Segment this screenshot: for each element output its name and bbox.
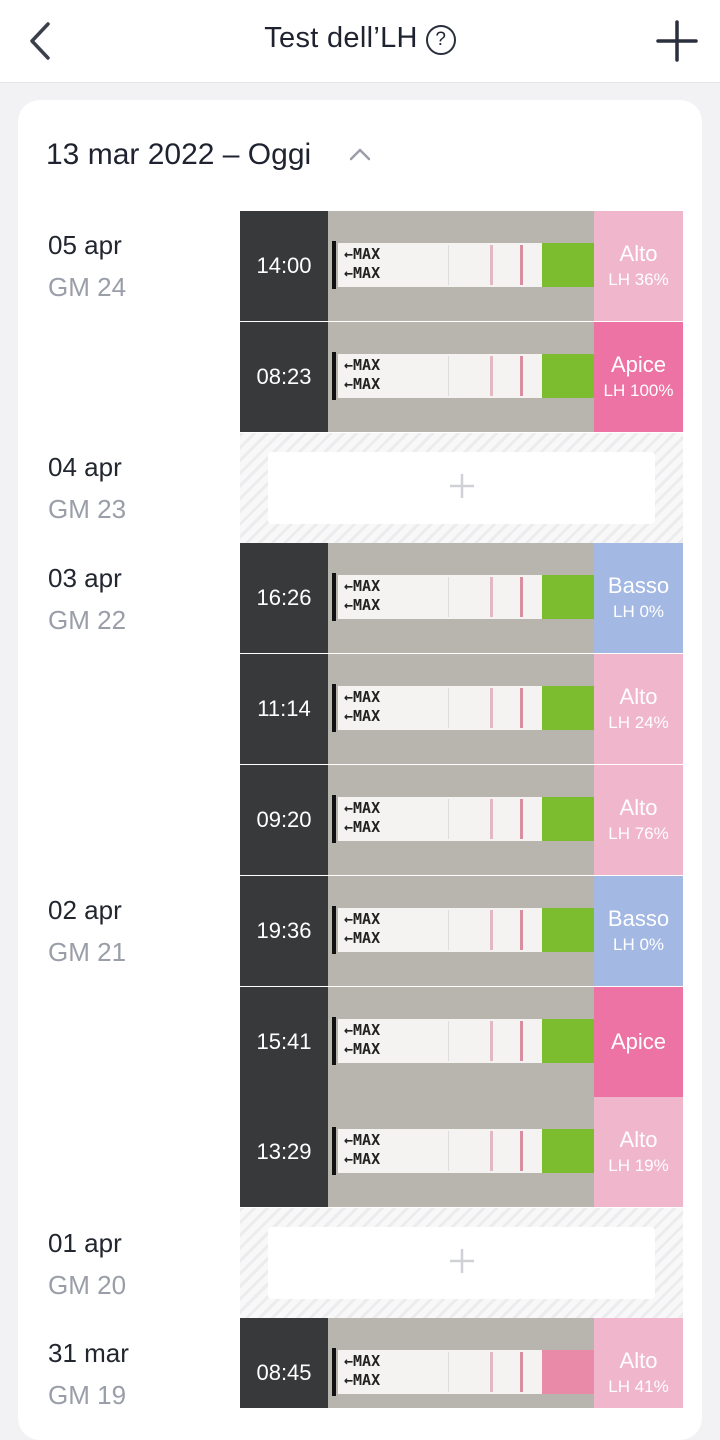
test-strip: ←MAX ←MAX — [332, 241, 600, 289]
test-strip: ←MAX ←MAX — [332, 795, 600, 843]
lh-result: Alto LH 19% — [594, 1097, 683, 1207]
test-entry[interactable]: 09:20 ←MAX ←MAX Alto LH 76% — [240, 765, 683, 875]
top-bar: Test dell’LH? — [0, 0, 720, 83]
max-label: ←MAX ←MAX — [344, 910, 381, 947]
entry-time: 15:41 — [240, 987, 328, 1097]
lh-result: Apice — [594, 987, 683, 1097]
plus-icon — [450, 1249, 474, 1273]
lh-level: Alto — [619, 241, 658, 266]
test-strip-photo: ←MAX ←MAX — [328, 654, 600, 764]
add-test-button[interactable] — [268, 452, 655, 524]
test-strip-photo: ←MAX ←MAX — [328, 1318, 600, 1408]
lh-percent: LH 0% — [612, 602, 665, 621]
test-entry[interactable]: 16:26 ←MAX ←MAX Basso LH 0% — [240, 543, 683, 653]
test-strip-photo: ←MAX ←MAX — [328, 211, 600, 321]
lh-result: Alto LH 76% — [594, 765, 683, 875]
test-entry[interactable]: 14:00 ←MAX ←MAX Alto LH 36% — [240, 211, 683, 321]
plus-icon — [450, 474, 474, 498]
lh-level: Apice — [610, 352, 667, 377]
lh-level: Alto — [619, 1127, 658, 1152]
test-strip: ←MAX ←MAX — [332, 1127, 600, 1175]
cycle-day: GM 19 — [48, 1380, 127, 1410]
cycle-day: GM 22 — [48, 605, 127, 635]
test-entry[interactable]: 08:45 ←MAX ←MAX Alto LH 41% — [240, 1318, 683, 1408]
empty-day-slot — [240, 1208, 683, 1318]
max-label: ←MAX ←MAX — [344, 245, 381, 282]
day-date: 02 apr — [48, 895, 122, 925]
test-strip: ←MAX ←MAX — [332, 1017, 600, 1065]
lh-percent: LH 100% — [603, 381, 674, 400]
max-label: ←MAX ←MAX — [344, 1131, 381, 1168]
lh-percent: LH 41% — [608, 1377, 669, 1396]
max-label: ←MAX ←MAX — [344, 799, 381, 836]
cycle-day: GM 21 — [48, 937, 127, 967]
day-date: 05 apr — [48, 230, 122, 260]
test-strip-photo: ←MAX ←MAX — [328, 987, 600, 1097]
date-range-label[interactable]: 13 mar 2022 – Oggi — [46, 138, 311, 172]
test-strip-photo: ←MAX ←MAX — [328, 1097, 600, 1207]
lh-percent: LH 76% — [608, 824, 669, 843]
lh-level: Basso — [607, 906, 670, 931]
page-title-group: Test dell’LH? — [0, 22, 720, 55]
page-title: Test dell’LH — [264, 22, 418, 54]
lh-result: Alto LH 41% — [594, 1318, 683, 1408]
lh-percent: LH 24% — [608, 713, 669, 732]
cycle-day: GM 20 — [48, 1270, 127, 1300]
entry-time: 14:00 — [240, 211, 328, 321]
day-date: 03 apr — [48, 563, 122, 593]
cycle-day: GM 24 — [48, 272, 127, 302]
entry-time: 19:36 — [240, 876, 328, 986]
cycle-day: GM 23 — [48, 494, 127, 524]
test-strip: ←MAX ←MAX — [332, 352, 600, 400]
lh-level: Alto — [619, 684, 658, 709]
test-strip-photo: ←MAX ←MAX — [328, 876, 600, 986]
lh-result: Basso LH 0% — [594, 543, 683, 653]
entry-time: 16:26 — [240, 543, 328, 653]
lh-percent: LH 36% — [608, 270, 669, 289]
max-label: ←MAX ←MAX — [344, 1352, 381, 1389]
entry-time: 13:29 — [240, 1097, 328, 1207]
test-strip-photo: ←MAX ←MAX — [328, 322, 600, 432]
test-entry[interactable]: 15:41 ←MAX ←MAX Apice — [240, 987, 683, 1097]
lh-percent: LH 0% — [612, 935, 665, 954]
lh-percent: LH 19% — [608, 1156, 669, 1175]
lh-level: Alto — [619, 1348, 658, 1373]
lh-result: Apice LH 100% — [594, 322, 683, 432]
entry-time: 11:14 — [240, 654, 328, 764]
entry-time: 08:23 — [240, 322, 328, 432]
chevron-up-icon[interactable] — [348, 146, 372, 162]
test-strip: ←MAX ←MAX — [332, 906, 600, 954]
day-date: 31 mar — [48, 1338, 129, 1368]
test-strip: ←MAX ←MAX — [332, 684, 600, 732]
lh-level: Alto — [619, 795, 658, 820]
test-strip-photo: ←MAX ←MAX — [328, 543, 600, 653]
lh-level: Apice — [610, 1029, 667, 1054]
test-entry[interactable]: 13:29 ←MAX ←MAX Alto LH 19% — [240, 1097, 683, 1207]
max-label: ←MAX ←MAX — [344, 356, 381, 393]
lh-result: Basso LH 0% — [594, 876, 683, 986]
max-label: ←MAX ←MAX — [344, 688, 381, 725]
day-date: 04 apr — [48, 452, 122, 482]
add-test-button[interactable] — [268, 1227, 655, 1299]
entry-time: 08:45 — [240, 1318, 328, 1408]
test-strip-photo: ←MAX ←MAX — [328, 765, 600, 875]
test-entry[interactable]: 11:14 ←MAX ←MAX Alto LH 24% — [240, 654, 683, 764]
question-circle-icon[interactable]: ? — [425, 25, 456, 55]
test-entry[interactable]: 08:23 ←MAX ←MAX Apice LH 100% — [240, 322, 683, 432]
max-label: ←MAX ←MAX — [344, 577, 381, 614]
max-label: ←MAX ←MAX — [344, 1021, 381, 1058]
lh-result: Alto LH 24% — [594, 654, 683, 764]
lh-result: Alto LH 36% — [594, 211, 683, 321]
test-strip: ←MAX ←MAX — [332, 1348, 600, 1396]
plus-icon[interactable] — [654, 18, 700, 64]
empty-day-slot — [240, 433, 683, 543]
test-entry[interactable]: 19:36 ←MAX ←MAX Basso LH 0% — [240, 876, 683, 986]
lh-level: Basso — [607, 573, 670, 598]
entry-time: 09:20 — [240, 765, 328, 875]
day-date: 01 apr — [48, 1228, 122, 1258]
test-strip: ←MAX ←MAX — [332, 573, 600, 621]
